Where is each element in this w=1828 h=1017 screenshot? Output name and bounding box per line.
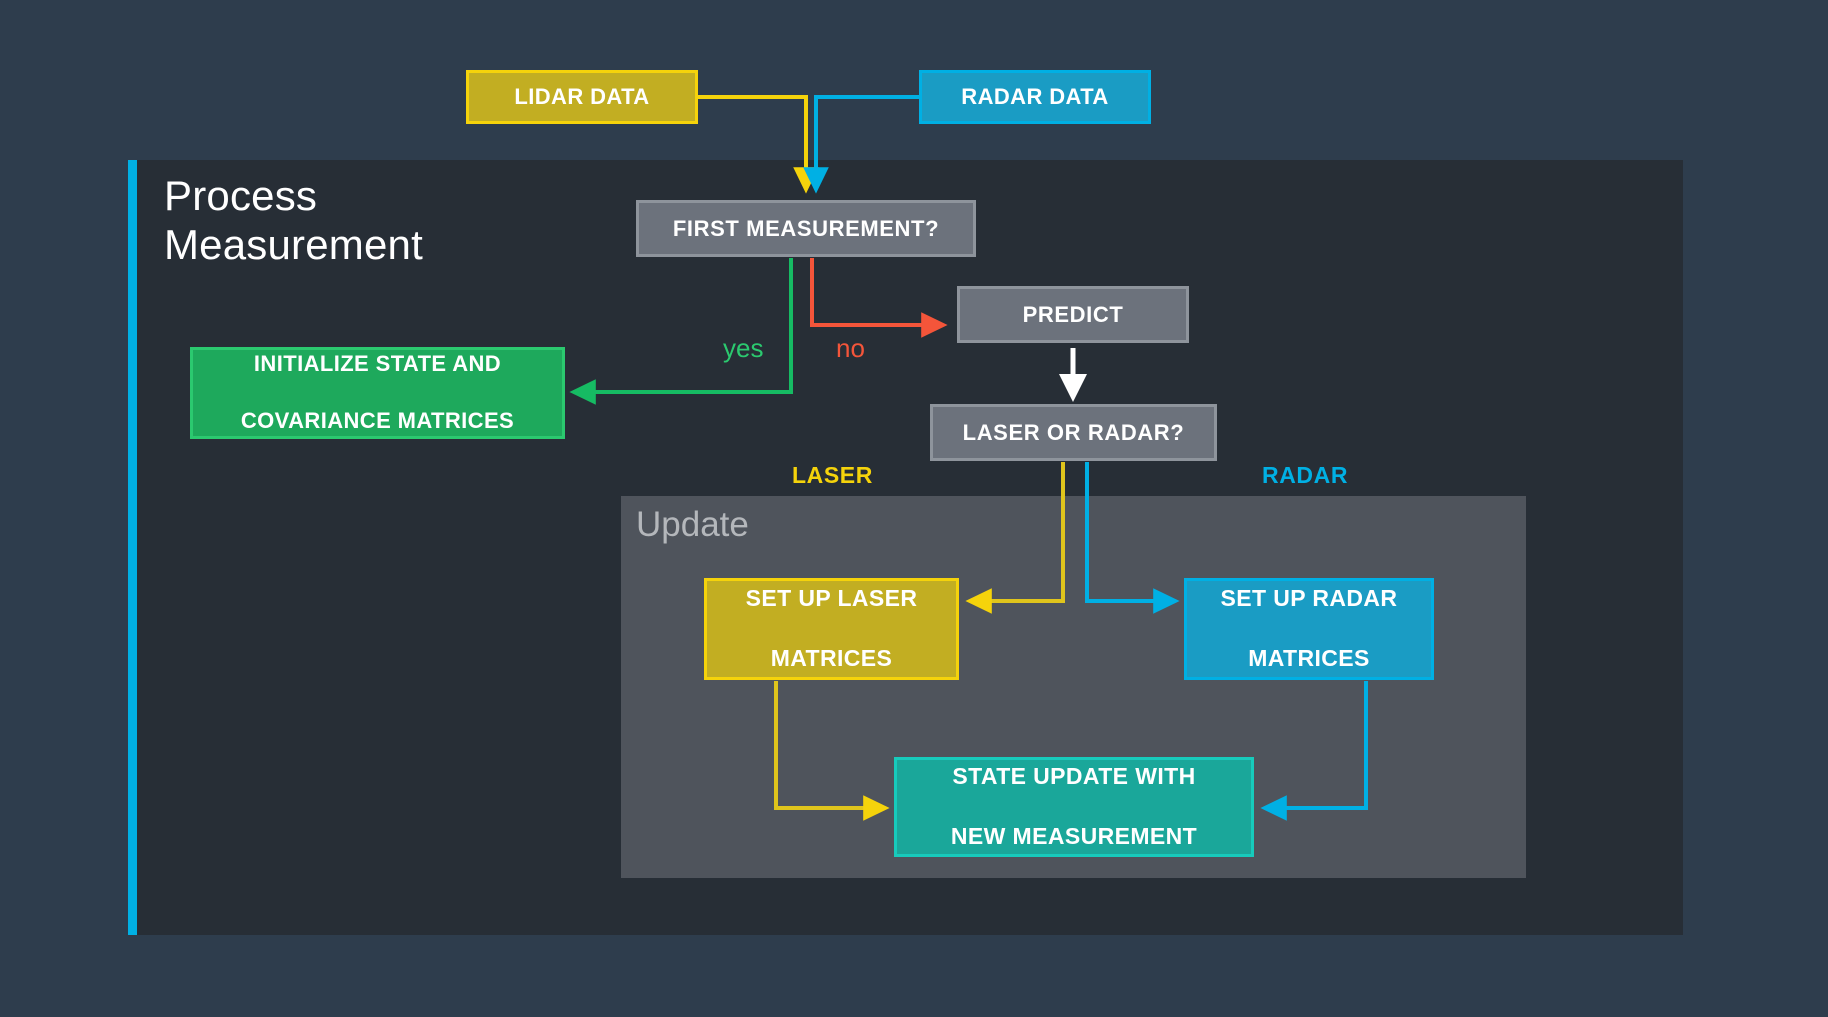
node-state-update-line2: NEW MEASUREMENT [950,822,1198,849]
edge-label-yes: yes [723,333,764,363]
node-set-up-radar-line2: MATRICES [1248,644,1370,671]
node-predict[interactable]: PREDICT [957,286,1189,343]
node-set-up-radar-line1: SET UP RADAR [1220,585,1398,612]
node-set-up-laser-matrices-label: SET UP LASER MATRICES [707,584,956,674]
edge-label-radar: RADAR [1262,462,1349,488]
node-set-up-radar-matrices[interactable]: SET UP RADAR MATRICES [1184,578,1434,680]
node-set-up-radar-matrices-label: SET UP RADAR MATRICES [1187,584,1431,674]
node-set-up-laser-line1: SET UP LASER [745,585,918,612]
node-lidar-data[interactable]: LIDAR DATA [466,70,698,124]
node-state-update[interactable]: STATE UPDATE WITH NEW MEASUREMENT [894,757,1254,857]
node-initialize-line1: INITIALIZE STATE AND [253,351,502,377]
node-initialize-state-covariance-label: INITIALIZE STATE AND COVARIANCE MATRICES [193,350,562,436]
node-set-up-laser-matrices[interactable]: SET UP LASER MATRICES [704,578,959,680]
node-radar-data[interactable]: RADAR DATA [919,70,1151,124]
node-first-measurement[interactable]: FIRST MEASUREMENT? [636,200,976,257]
update-panel-title: Update [636,505,749,544]
node-state-update-line1: STATE UPDATE WITH [952,763,1196,790]
node-predict-label: PREDICT [1022,301,1124,327]
page-title-line1: Process [164,172,318,219]
edge-label-no: no [836,333,865,363]
panel-accent-bar [128,160,137,935]
node-initialize-state-covariance[interactable]: INITIALIZE STATE AND COVARIANCE MATRICES [190,347,565,439]
node-laser-or-radar-label: LASER OR RADAR? [962,419,1185,445]
page-title: Process Measurement [164,172,624,269]
node-first-measurement-label: FIRST MEASUREMENT? [672,215,940,241]
edge-label-laser: LASER [792,462,873,488]
node-radar-data-label: RADAR DATA [961,84,1109,109]
node-initialize-line2: COVARIANCE MATRICES [240,408,515,434]
node-set-up-laser-line2: MATRICES [770,644,893,671]
kalman-filter-flowchart: Process Measurement Update LIDAR DATA RA… [0,0,1828,1017]
node-lidar-data-label: LIDAR DATA [514,84,650,109]
page-title-line2: Measurement [164,220,423,268]
node-laser-or-radar[interactable]: LASER OR RADAR? [930,404,1217,461]
node-state-update-label: STATE UPDATE WITH NEW MEASUREMENT [897,762,1251,852]
